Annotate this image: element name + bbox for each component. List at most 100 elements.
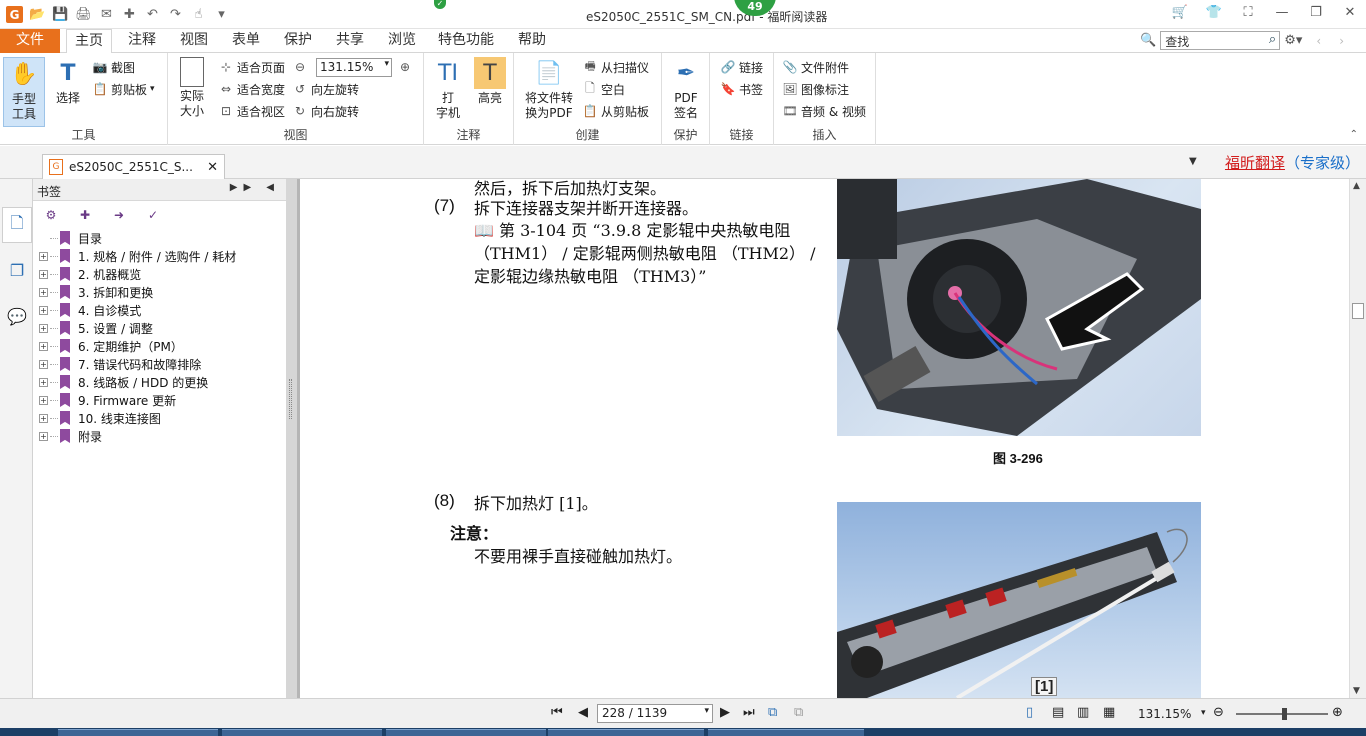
reference-line[interactable]: 定影辊边缘热敏电阻 （THM3）” [474,263,706,287]
undo-icon[interactable]: ↶ [144,6,161,23]
fit-page-button[interactable]: ⊹ 适合页面 [218,57,285,77]
taskbar-button[interactable] [386,729,546,736]
actual-size-button[interactable]: 实际 大小 [170,57,214,119]
next-view-icon[interactable]: ⧉ [794,705,803,720]
taskbar-button[interactable] [58,729,218,736]
bookmark-item[interactable]: +9. Firmware 更新 [39,391,176,409]
expand-icon[interactable]: + [39,251,48,261]
panel-controls-icon[interactable]: ▶▶ ◀ [230,182,280,193]
customize-icon[interactable]: ▾ [213,6,230,23]
foxit-translate-link[interactable]: 福昕翻译（专家级） [1225,152,1360,173]
scroll-up-icon[interactable]: ▲ [1353,181,1360,191]
bookmark-item[interactable]: +6. 定期维护（PM） [39,337,183,355]
prev-page-icon[interactable]: ◀ [578,705,588,720]
app-logo-icon[interactable]: G [6,6,23,23]
pdf-sign-button[interactable]: ✒ PDF 签名 [664,57,708,121]
search-input[interactable]: 查找 ⌕ [1160,31,1281,50]
fullscreen-icon[interactable]: ⛶ [1240,4,1256,20]
collapse-ribbon-icon[interactable]: ⌃ [1350,129,1358,140]
move-bookmark-icon[interactable]: ➜ [111,207,127,223]
tab-list-dropdown-icon[interactable]: ▼ [1189,156,1197,167]
fit-width-button[interactable]: ⇔ 适合宽度 [218,79,285,99]
select-tool-button[interactable]: T 选择 [46,57,90,106]
continuous-facing-icon[interactable]: ▦ [1103,705,1115,720]
rotate-right-button[interactable]: ↻ 向右旋转 [292,101,359,121]
minimize-icon[interactable]: — [1274,4,1290,20]
settings-icon[interactable]: ⚙▾ [1284,33,1302,48]
facing-icon[interactable]: ▥ [1077,705,1089,720]
skin-icon[interactable]: 👕 [1206,4,1222,20]
image-annotation-button[interactable]: 🖼 图像标注 [782,79,849,99]
screenshot-button[interactable]: 📷 截图 [92,57,136,77]
bookmark-item[interactable]: + 附录 [39,427,102,445]
typewriter-button[interactable]: TI 打 字机 [426,57,470,121]
vertical-scrollbar[interactable]: ▲ ▼ [1349,179,1366,698]
bookmark-item[interactable]: +5. 设置 / 调整 [39,319,153,337]
bookmark-item[interactable]: +4. 自诊模式 [39,301,141,319]
tab-home[interactable]: 主页 [66,29,112,54]
rotate-left-button[interactable]: ↺ 向左旋转 [292,79,359,99]
single-page-icon[interactable]: ▯ [1026,705,1033,720]
expand-icon[interactable]: + [39,395,48,405]
link-button[interactable]: 🔗 链接 [720,57,764,77]
scrollbar-thumb[interactable] [1352,303,1364,319]
taskbar-button[interactable] [548,729,704,736]
open-icon[interactable]: 📂 [29,6,46,23]
last-page-icon[interactable]: ⏭ [743,705,755,720]
highlight-button[interactable]: T 高亮 [468,57,512,106]
prev-result-icon[interactable]: ‹ [1316,34,1321,48]
expand-icon[interactable]: + [39,269,48,279]
scroll-down-icon[interactable]: ▼ [1353,686,1360,696]
bookmark-item[interactable]: +1. 规格 / 附件 / 选购件 / 耗材 [39,247,236,265]
zoom-out-icon[interactable]: ⊖ [1213,705,1224,720]
zoom-select[interactable]: 131.15% ▾ [316,58,392,77]
expand-icon[interactable]: + [39,359,48,369]
expand-bookmark-icon[interactable]: ⚙ [43,207,59,223]
hand-menu-icon[interactable]: ☝ [190,6,207,23]
next-page-icon[interactable]: ▶ [720,705,730,720]
blank-button[interactable]: 🗋 空白 [582,79,625,99]
expand-icon[interactable]: + [39,287,48,297]
print-icon[interactable]: 🖨 [75,6,92,23]
tab-comment[interactable]: 注释 [120,29,164,53]
pages-panel-icon[interactable]: ❐ [7,259,27,281]
expand-icon[interactable]: + [39,305,48,315]
add-bookmark-icon[interactable]: ✚ [77,207,93,223]
tab-protect[interactable]: 保护 [276,29,320,53]
expand-icon[interactable]: + [39,377,48,387]
expand-icon[interactable]: + [39,431,48,441]
restore-icon[interactable]: ❐ [1308,4,1324,20]
page-number-input[interactable]: 228 / 1139 ▾ [597,704,713,723]
tab-features[interactable]: 特色功能 [430,29,502,53]
zoom-in-button[interactable]: ⊕ [397,57,413,77]
bookmark-item[interactable]: +3. 拆卸和更换 [39,283,153,301]
clipboard-button[interactable]: 📋 剪贴板 ▾ [92,79,155,99]
taskbar-button[interactable] [708,729,864,736]
bookmark-item[interactable]: 目录 [39,229,102,247]
zoom-slider[interactable] [1236,708,1328,720]
reference-line[interactable]: 📖 第 3-104 页 “3.9.8 定影辊中央热敏电阻 [474,217,790,241]
bookmark-item[interactable]: +8. 线路板 / HDD 的更换 [39,373,208,391]
hand-tool-button[interactable]: ✋ 手型 工具 [3,57,45,127]
tab-help[interactable]: 帮助 [510,29,554,53]
continuous-icon[interactable]: ▤ [1052,705,1064,720]
bookmark-button[interactable]: 🔖 书签 [720,79,764,99]
splitter-grip[interactable] [289,379,292,419]
expand-icon[interactable]: + [39,323,48,333]
next-result-icon[interactable]: › [1339,34,1344,48]
save-icon[interactable]: 💾 [52,6,69,23]
taskbar-button[interactable] [222,729,382,736]
tab-file[interactable]: 文件 [0,29,60,53]
tab-view[interactable]: 视图 [172,29,216,53]
expand-icon[interactable]: + [39,341,48,351]
zoom-in-icon[interactable]: ⊕ [1332,705,1343,720]
audio-video-button[interactable]: 🎞 音频 & 视频 [782,101,866,121]
close-icon[interactable]: ✕ [1342,4,1358,20]
reference-line[interactable]: （THM1） / 定影辊两侧热敏电阻 （THM2） / [474,240,816,264]
zoom-level[interactable]: 131.15% [1138,707,1191,721]
zoom-out-button[interactable]: ⊖ [292,57,308,77]
previous-view-icon[interactable]: ⧉ [768,705,777,720]
bookmarks-panel-icon[interactable]: 🗋 [2,207,32,243]
redo-icon[interactable]: ↷ [167,6,184,23]
bookmark-item[interactable]: +7. 错误代码和故障排除 [39,355,201,373]
